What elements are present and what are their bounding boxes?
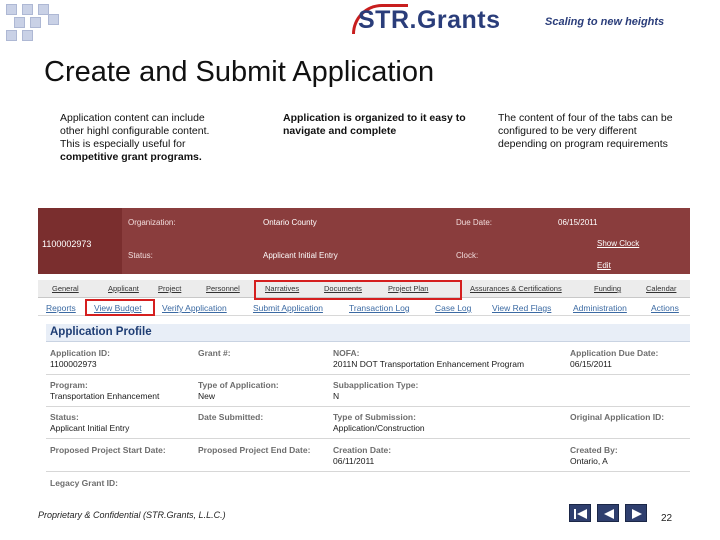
application-header: 1100002973 Organization: Ontario County … [38,208,690,274]
tab-project[interactable]: Project [158,284,181,293]
field-value: 06/15/2011 [570,359,612,369]
row-divider [46,438,690,439]
brand-tagline: Scaling to new heights [545,16,665,28]
caption-line: This is especially useful for [60,138,186,150]
previous-slide-button[interactable] [597,504,619,522]
field-label: Original Application ID: [570,412,665,422]
field-value: 2011N DOT Transportation Enhancement Pro… [333,359,525,369]
field-label: Proposed Project Start Date: [50,445,166,455]
status-label: Status: [128,251,153,260]
field-value: Applicant Initial Entry [50,423,130,433]
view-budget-highlight [85,299,155,316]
org-value: Ontario County [263,218,317,227]
field-value: N [333,391,340,401]
first-slide-button[interactable] [569,504,591,522]
row-divider [46,406,690,407]
tab-submit-application[interactable]: Submit Application [253,303,323,313]
field-label: Subapplication Type: [333,380,419,390]
org-label: Organization: [128,218,176,227]
due-date-value: 06/15/2011 [558,218,598,227]
footer-text: Proprietary & Confidential (STR.Grants, … [38,510,226,520]
first-slide-icon [574,509,587,519]
field-label: Program: [50,380,88,390]
tab-applicant[interactable]: Applicant [108,284,139,293]
application-profile-title: Application Profile [50,326,152,338]
field-value: 1100002973 [50,359,97,369]
field-value: Transportation Enhancement [50,391,160,401]
header-application-id: 1100002973 [42,239,92,249]
status-value: Applicant Initial Entry [263,251,338,260]
tab-personnel[interactable]: Personnel [206,284,240,293]
field-label: Legacy Grant ID: [50,478,119,488]
field-label: Creation Date: [333,445,392,455]
tab-general[interactable]: General [52,284,79,293]
field-label: NOFA: [333,348,360,358]
caption-line: depending on program requirements [498,138,668,150]
field-label: Date Submitted: [198,412,264,422]
due-date-label: Due Date: [456,218,493,227]
caption-line: Application is organized to it easy to [283,112,466,124]
tab-actions[interactable]: Actions [651,303,679,313]
next-slide-icon [632,509,642,519]
tab-administration[interactable]: Administration [573,303,627,313]
tab-calendar[interactable]: Calendar [646,284,676,293]
slide-title: Create and Submit Application [44,56,435,88]
tab-transaction-log[interactable]: Transaction Log [349,303,410,313]
tab-case-log[interactable]: Case Log [435,303,471,313]
clock-label: Clock: [456,251,479,260]
next-slide-button[interactable] [625,504,647,522]
field-label: Grant #: [198,348,231,358]
field-label: Created By: [570,445,618,455]
show-clock-link[interactable]: Show Clock [597,239,639,248]
field-value: Application/Construction [333,423,425,433]
caption-left: Application content can include other hi… [60,112,260,164]
field-label: Status: [50,412,79,422]
caption-line: Application content can include [60,112,205,124]
edit-link[interactable]: Edit [597,261,611,270]
caption-line: navigate and complete [283,125,397,137]
caption-line: other highl configurable content. [60,125,210,137]
caption-right: The content of four of the tabs can be c… [498,112,698,151]
caption-line: competitive grant programs. [60,151,202,163]
field-label: Type of Application: [198,380,279,390]
tab-assurances-certifications[interactable]: Assurances & Certifications [470,284,562,293]
page-number: 22 [661,513,673,524]
field-value: Ontario, A [570,456,608,466]
field-value: 06/11/2011 [333,456,375,466]
field-label: Proposed Project End Date: [198,445,311,455]
tab-reports[interactable]: Reports [46,303,76,313]
field-label: Type of Submission: [333,412,416,422]
tab-verify-application[interactable]: Verify Application [162,303,227,313]
field-label: Application ID: [50,348,110,358]
row-divider [46,374,690,375]
field-value: New [198,391,216,401]
caption-line: The content of four of the tabs can be [498,112,673,124]
brand-logo: STR.Grants [352,4,532,38]
tab-view-red-flags[interactable]: View Red Flags [492,303,551,313]
caption-line: configured to be very different [498,125,637,137]
previous-slide-icon [604,509,614,519]
caption-middle: Application is organized to it easy to n… [283,112,483,138]
field-label: Application Due Date: [570,348,659,358]
brand-name: STR.Grants [358,6,501,34]
application-profile-bar: Application Profile [46,324,690,342]
tab-funding[interactable]: Funding [594,284,621,293]
row-divider [46,471,690,472]
application-screenshot: 1100002973 Organization: Ontario County … [38,208,690,498]
narratives-tabs-highlight [254,280,462,300]
